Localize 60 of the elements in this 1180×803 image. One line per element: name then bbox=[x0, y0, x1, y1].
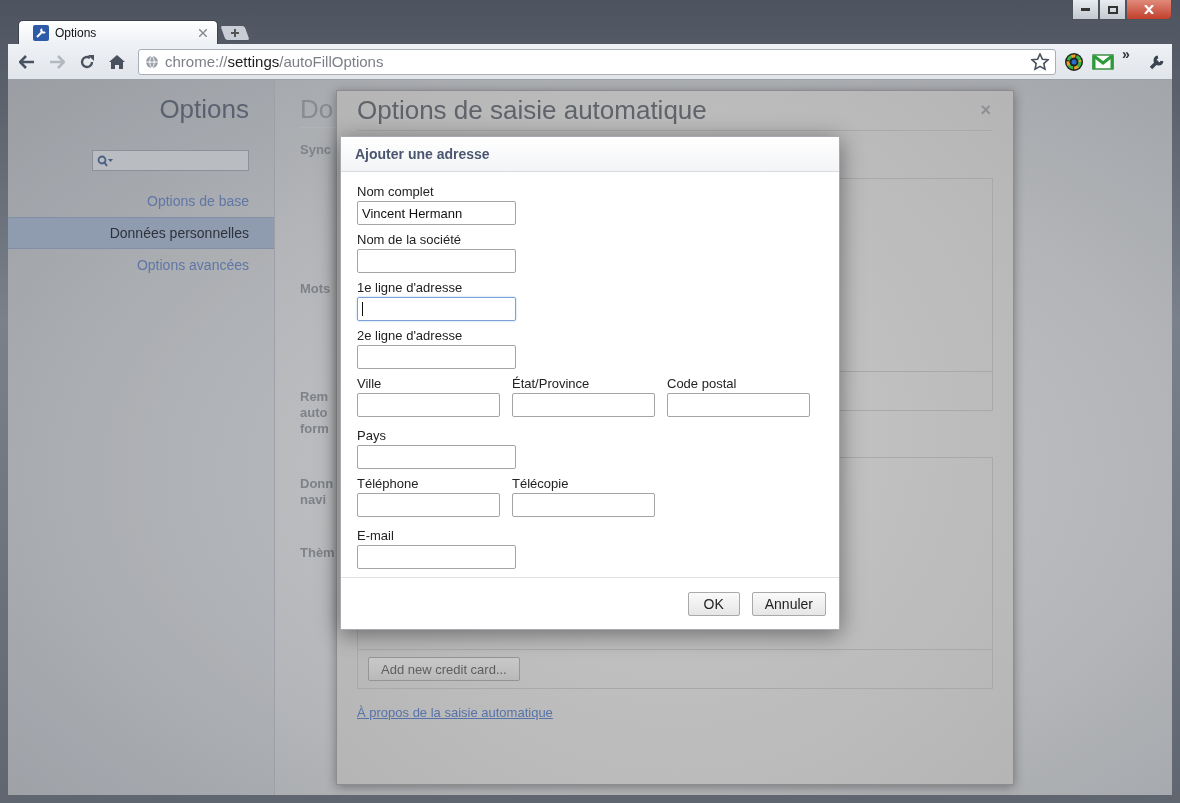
field-label: Pays bbox=[357, 427, 387, 445]
globe-icon bbox=[145, 54, 159, 69]
field-label: E-mail bbox=[357, 527, 395, 545]
field-label: Code postal bbox=[667, 375, 738, 393]
minimize-icon bbox=[1081, 8, 1090, 11]
input-field[interactable] bbox=[357, 297, 516, 321]
address-bar[interactable]: chrome://settings/autoFillOptions bbox=[138, 48, 1056, 75]
field-label: Téléphone bbox=[357, 475, 420, 493]
reload-icon bbox=[79, 53, 95, 70]
mail-icon bbox=[1092, 52, 1114, 71]
field-label: 1e ligne d'adresse bbox=[357, 279, 464, 297]
section-label: form bbox=[300, 421, 329, 437]
url-text: chrome://settings/autoFillOptions bbox=[165, 53, 385, 70]
browser-tab[interactable]: Options bbox=[18, 20, 218, 44]
input-field[interactable] bbox=[357, 445, 516, 469]
back-arrow-icon bbox=[19, 54, 35, 69]
input-field[interactable] bbox=[357, 493, 500, 517]
plus-icon bbox=[231, 29, 239, 37]
sidebar-title: Options bbox=[158, 94, 250, 126]
forward-arrow-icon bbox=[49, 54, 65, 69]
wrench-icon bbox=[33, 24, 49, 41]
section-label: Donn bbox=[300, 476, 334, 492]
close-icon bbox=[1144, 5, 1154, 14]
sidebar-item[interactable]: Données personnelles bbox=[8, 217, 274, 249]
section-label: auto bbox=[300, 405, 328, 421]
search-field[interactable] bbox=[92, 150, 249, 171]
dialog-title: Options de saisie automatique bbox=[357, 95, 707, 126]
home-icon bbox=[109, 53, 125, 70]
dialog-title: Ajouter une adresse bbox=[341, 137, 839, 172]
add-credit-card-button[interactable]: Add new credit card... bbox=[368, 657, 520, 681]
input-field[interactable] bbox=[512, 393, 655, 417]
section-label: Rem bbox=[300, 389, 329, 405]
search-icon bbox=[97, 154, 113, 167]
tab-title: Options bbox=[55, 25, 98, 40]
close-icon bbox=[199, 28, 207, 37]
field-label: État/Province bbox=[512, 375, 591, 393]
field-label: Ville bbox=[357, 375, 383, 393]
section-label: navi bbox=[300, 492, 326, 508]
maximize-icon bbox=[1107, 5, 1118, 14]
minimize-button[interactable] bbox=[1072, 0, 1099, 20]
field-label: Nom de la société bbox=[357, 231, 463, 249]
input-field[interactable] bbox=[667, 393, 810, 417]
maximize-button[interactable] bbox=[1099, 0, 1126, 20]
section-label: Thèm bbox=[300, 545, 335, 561]
new-tab-button[interactable] bbox=[219, 25, 251, 41]
field-label: Nom complet bbox=[357, 183, 435, 201]
input-field[interactable] bbox=[357, 545, 516, 569]
input-field[interactable] bbox=[512, 493, 655, 517]
cancel-button[interactable]: Annuler bbox=[751, 591, 826, 616]
ok-button[interactable]: OK bbox=[687, 591, 740, 616]
star-icon bbox=[1031, 52, 1049, 71]
input-field[interactable] bbox=[357, 393, 500, 417]
input-field[interactable] bbox=[357, 345, 516, 369]
field-label: 2e ligne d'adresse bbox=[357, 327, 464, 345]
overflow-chevron[interactable]: » bbox=[1122, 46, 1136, 62]
field-label: Télécopie bbox=[512, 475, 570, 493]
input-field[interactable]: Vincent Hermann bbox=[357, 201, 516, 225]
close-window-button[interactable] bbox=[1126, 0, 1172, 20]
input-field[interactable] bbox=[357, 249, 516, 273]
color-wheel-icon bbox=[1064, 51, 1084, 72]
